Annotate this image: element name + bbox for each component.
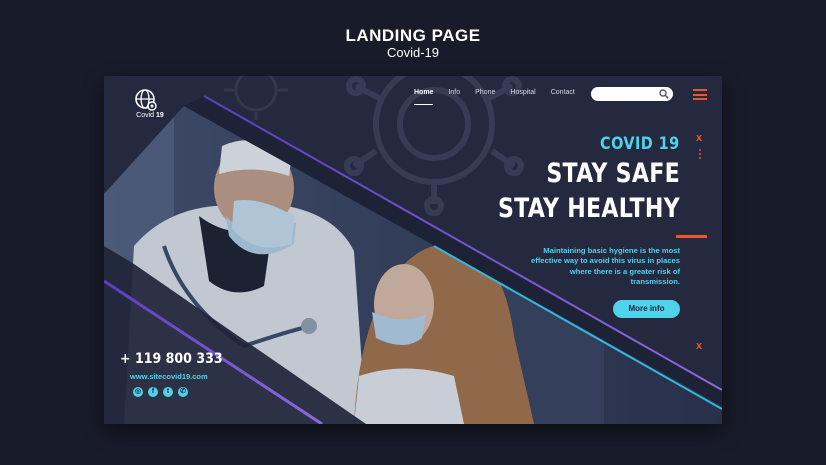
search-icon[interactable] bbox=[659, 89, 669, 99]
more-info-button[interactable]: More info bbox=[613, 300, 680, 318]
whatsapp-glyph: ✆ bbox=[180, 388, 186, 395]
nav-item-phone[interactable]: Phone bbox=[475, 89, 495, 101]
search-input[interactable] bbox=[599, 88, 655, 100]
hero-body-text: Maintaining basic hygiene is the most ef… bbox=[531, 246, 680, 286]
hero-headline-line-1: STAY SAFE bbox=[546, 158, 680, 189]
search-box bbox=[591, 87, 673, 101]
hero-headline-line-2: STAY HEALTHY bbox=[498, 193, 680, 224]
logo-text-prefix: Covid bbox=[136, 112, 155, 119]
hamburger-menu-icon[interactable] bbox=[693, 89, 707, 100]
twitter-glyph: t bbox=[166, 388, 170, 395]
globe-virus-icon bbox=[135, 89, 157, 111]
contact-phone[interactable]: + 119 800 333 bbox=[120, 351, 223, 367]
logo-text-number: 19 bbox=[156, 112, 164, 119]
facebook-icon[interactable]: f bbox=[148, 387, 158, 397]
instagram-icon[interactable]: ◎ bbox=[133, 387, 143, 397]
logo[interactable]: Covid 19 bbox=[128, 88, 164, 119]
hero-kicker: COVID 19 bbox=[600, 134, 680, 154]
whatsapp-icon[interactable]: ✆ bbox=[178, 387, 188, 397]
more-vertical-icon[interactable] bbox=[699, 149, 701, 161]
instagram-glyph: ◎ bbox=[134, 388, 142, 395]
landing-page-mockup: Covid 19 Home Info Phone Hospital Contac… bbox=[104, 76, 722, 424]
facebook-glyph: f bbox=[151, 388, 155, 395]
nav-item-info[interactable]: Info bbox=[448, 89, 460, 101]
close-icon-secondary[interactable]: x bbox=[696, 340, 702, 352]
hero-divider bbox=[676, 235, 707, 238]
nav-item-home[interactable]: Home bbox=[414, 89, 434, 105]
main-nav: Home Info Phone Hospital Contact bbox=[414, 89, 590, 105]
nav-item-hospital[interactable]: Hospital bbox=[510, 89, 535, 101]
twitter-icon[interactable]: t bbox=[163, 387, 173, 397]
logo-text: Covid 19 bbox=[120, 112, 180, 119]
showcase-title: LANDING PAGE bbox=[345, 26, 481, 45]
close-icon[interactable]: x bbox=[696, 132, 702, 144]
contact-website-link[interactable]: www.sitecovid19.com bbox=[130, 372, 208, 381]
social-links: ◎ f t ✆ bbox=[133, 387, 193, 397]
showcase-subtitle: Covid-19 bbox=[386, 45, 440, 60]
nav-item-contact[interactable]: Contact bbox=[551, 89, 575, 101]
